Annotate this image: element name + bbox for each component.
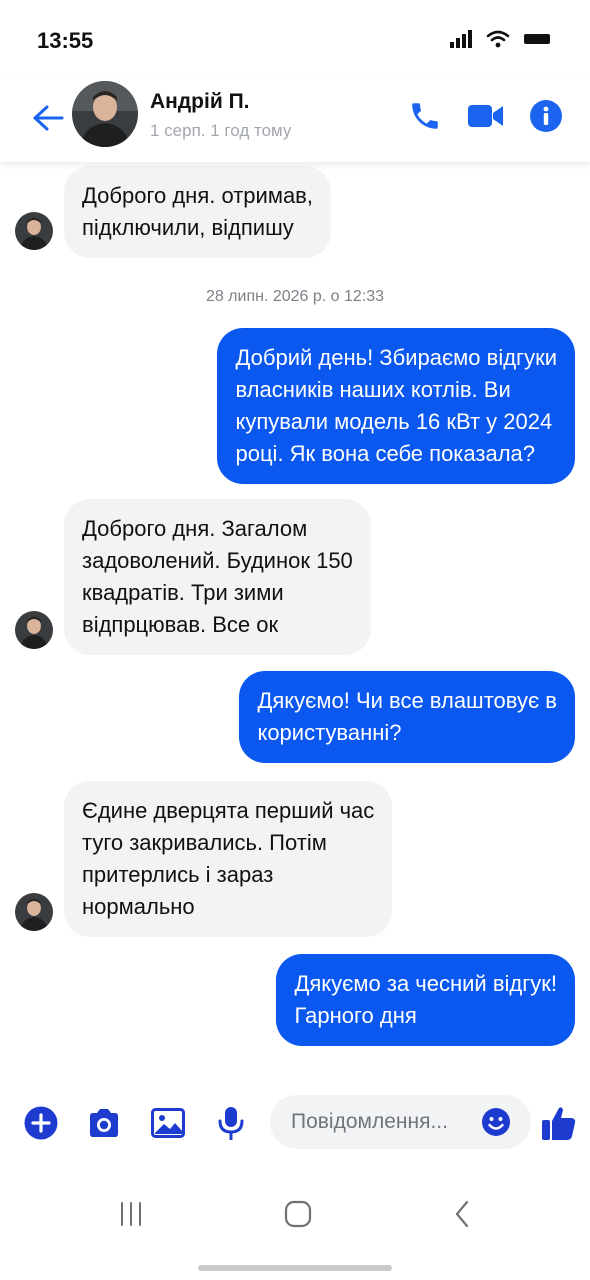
info-icon xyxy=(530,100,562,132)
image-icon xyxy=(151,1108,185,1138)
message-composer xyxy=(0,1090,590,1154)
message-line: Дякуємо! Чи все влаштовує в xyxy=(257,688,557,713)
outgoing-message[interactable]: Дякуємо за чесний відгук! Гарного дня xyxy=(276,954,575,1046)
like-button[interactable] xyxy=(539,1103,579,1143)
outgoing-message[interactable]: Добрий день! Збираємо відгуки власників … xyxy=(217,328,575,484)
status-icons xyxy=(450,30,550,48)
message-line: Дякуємо за чесний відгук! xyxy=(294,971,557,996)
emoji-icon xyxy=(482,1108,510,1136)
voice-record-button[interactable] xyxy=(211,1103,251,1143)
home-icon xyxy=(284,1200,312,1228)
emoji-button[interactable] xyxy=(481,1107,511,1137)
message-line: користуванні? xyxy=(257,720,402,745)
gesture-indicator xyxy=(198,1265,392,1271)
system-nav-bar xyxy=(0,1182,590,1246)
sender-avatar[interactable] xyxy=(15,611,53,649)
phone-icon xyxy=(412,103,438,129)
status-time: 13:55 xyxy=(37,28,94,53)
message-line: власників наших котлів. Ви xyxy=(235,377,511,402)
video-camera-icon xyxy=(468,105,503,127)
message-line: Єдине дверцята перший час xyxy=(82,798,375,823)
call-button[interactable] xyxy=(405,96,445,136)
system-back-button[interactable] xyxy=(440,1196,484,1232)
recents-icon xyxy=(121,1202,141,1226)
battery-icon xyxy=(524,34,550,44)
message-line: році. Як вона себе показала? xyxy=(235,441,536,466)
messenger-screen: 13:55 Андрій П. 1 серп. 1 год тому Добро… xyxy=(0,0,590,1280)
status-bar: 13:55 xyxy=(0,0,590,78)
contact-avatar[interactable] xyxy=(72,81,138,147)
message-line: притерлись і зараз xyxy=(82,862,274,887)
thumbs-up-icon xyxy=(542,1107,576,1140)
message-line: купували модель 16 кВт у 2024 xyxy=(235,409,553,434)
message-line: квадратів. Три зими xyxy=(82,580,284,605)
date-separator: 28 липн. 2026 р. о 12:33 xyxy=(205,288,385,305)
incoming-message[interactable]: Доброго дня. Загалом задоволений. Будино… xyxy=(64,499,371,655)
message-line: відпрцював. Все ок xyxy=(82,612,279,637)
message-line: Добрий день! Збираємо відгуки xyxy=(235,345,557,370)
microphone-icon xyxy=(218,1107,244,1140)
chat-header: Андрій П. 1 серп. 1 год тому xyxy=(0,78,590,162)
incoming-message[interactable]: Єдине дверцята перший час туго закривали… xyxy=(64,781,393,937)
arrow-left-icon xyxy=(33,105,64,131)
sender-avatar[interactable] xyxy=(15,212,53,250)
video-call-button[interactable] xyxy=(466,96,506,136)
camera-icon xyxy=(90,1109,118,1137)
add-button[interactable] xyxy=(21,1103,61,1143)
contact-last-seen: 1 серп. 1 год тому xyxy=(150,121,292,140)
incoming-message[interactable]: Доброго дня. отримав, підключили, відпиш… xyxy=(64,166,331,258)
back-button[interactable] xyxy=(28,98,68,138)
plus-icon xyxy=(24,1106,58,1140)
outgoing-message[interactable]: Дякуємо! Чи все влаштовує в користуванні… xyxy=(239,671,575,763)
message-line: нормально xyxy=(82,894,195,919)
message-list: Доброго дня. отримав, підключили, відпиш… xyxy=(0,162,590,1072)
chevron-left-icon xyxy=(455,1200,469,1228)
message-line: Доброго дня. Загалом xyxy=(82,516,308,541)
wifi-icon xyxy=(486,30,510,48)
signal-icon xyxy=(450,30,472,48)
message-line: Доброго дня. отримав, xyxy=(82,183,313,208)
message-line: задоволений. Будинок 150 xyxy=(82,548,353,573)
camera-button[interactable] xyxy=(84,1103,124,1143)
message-line: туго закривались. Потім xyxy=(82,830,327,855)
info-button[interactable] xyxy=(526,96,566,136)
gallery-button[interactable] xyxy=(148,1103,188,1143)
contact-name[interactable]: Андрій П. xyxy=(150,90,250,114)
recent-apps-button[interactable] xyxy=(109,1196,153,1232)
sender-avatar[interactable] xyxy=(15,893,53,931)
message-line: підключили, відпишу xyxy=(82,215,294,240)
home-button[interactable] xyxy=(276,1196,320,1232)
message-line: Гарного дня xyxy=(294,1003,417,1028)
